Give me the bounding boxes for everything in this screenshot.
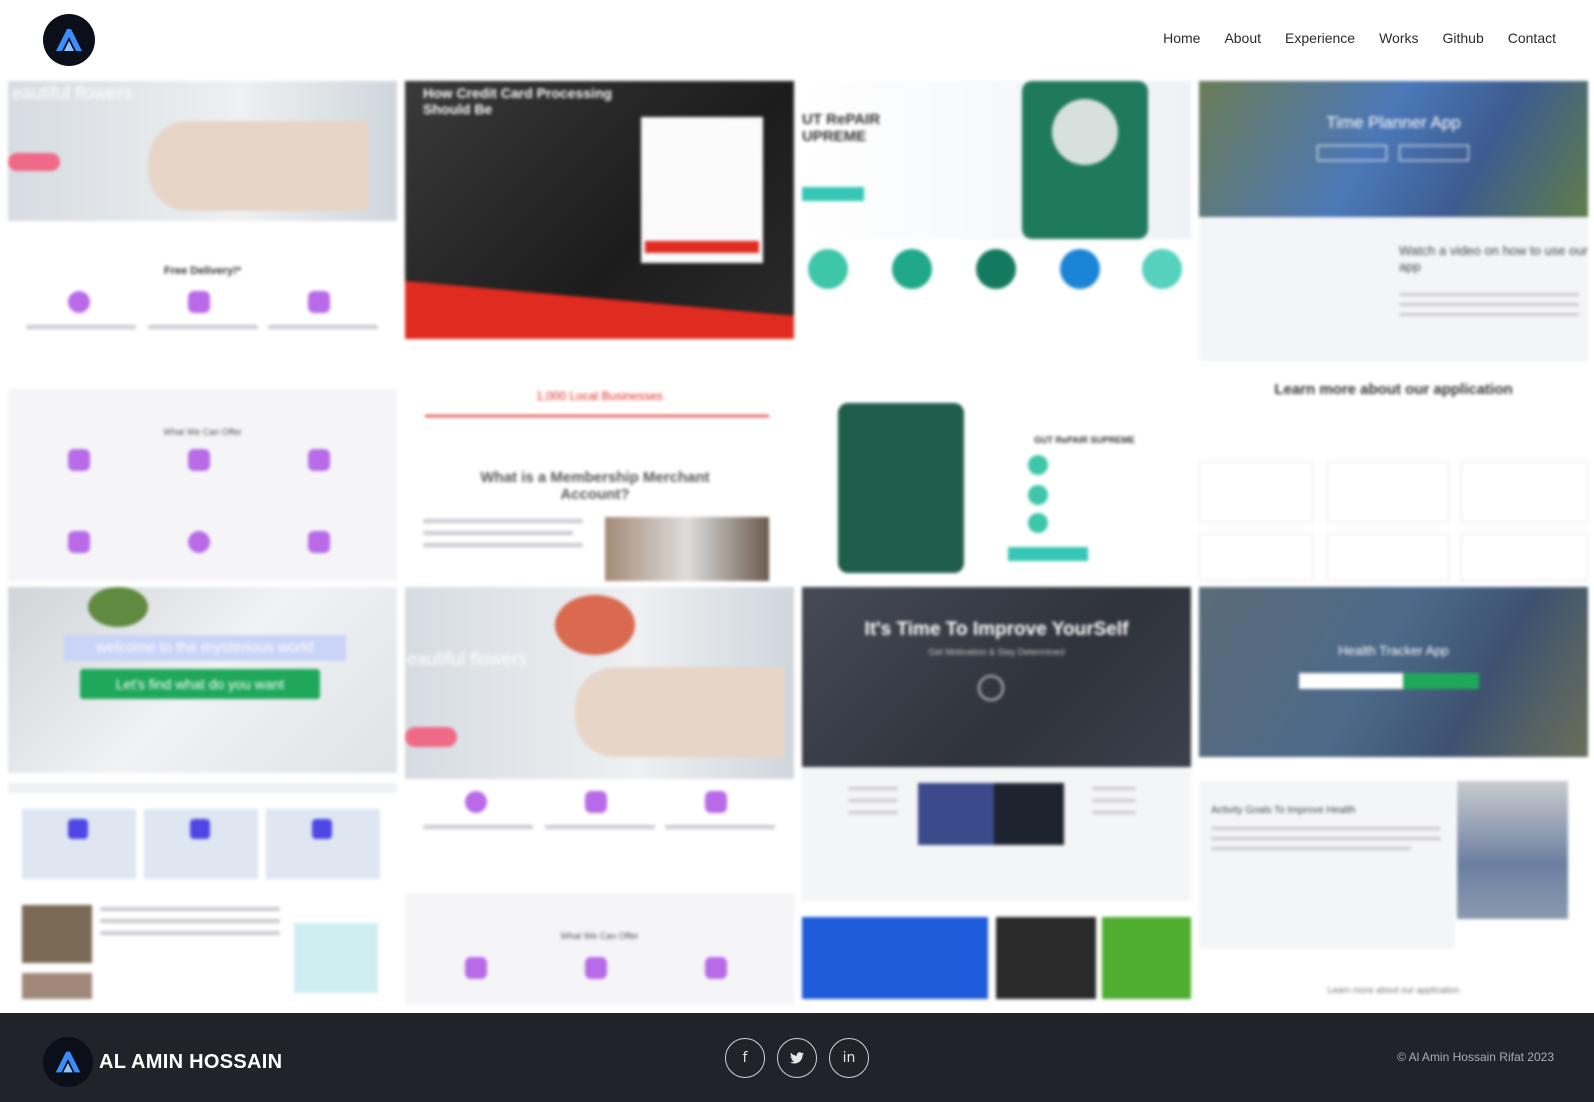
product-title: GUT RePAIR SUPREME bbox=[1034, 435, 1135, 445]
nav-works[interactable]: Works bbox=[1379, 30, 1418, 46]
nav-home[interactable]: Home bbox=[1163, 30, 1200, 46]
hero-title: It's Time To Improve YourSelf bbox=[864, 619, 1129, 640]
work-tile-mysterious-world[interactable]: welcome to the mysterious world Let's fi… bbox=[8, 587, 397, 1005]
hero-title: Time Planner App bbox=[1326, 113, 1461, 132]
cta-button: Let's find what do you want bbox=[80, 669, 320, 699]
hero-title: How Credit Card Processing Should Be bbox=[423, 85, 613, 117]
site-footer: AL AMIN HOSSAIN f in © Al Amin Hossain R… bbox=[0, 1013, 1594, 1102]
hero-title: eautiful flowers bbox=[12, 83, 133, 103]
section-heading: What is a Membership Merchant Account? bbox=[480, 469, 710, 503]
hero-title: Health Tracker App bbox=[1338, 643, 1449, 658]
footer-logo bbox=[43, 1037, 93, 1087]
learn-more-link: Learn more about our application bbox=[1327, 985, 1460, 995]
al-amin-logo-icon bbox=[56, 29, 82, 51]
hero-title: UT RePAIR UPREME bbox=[802, 111, 881, 145]
hero-subtitle: Get Motivation & Stay Determined bbox=[928, 647, 1065, 657]
nav-experience[interactable]: Experience bbox=[1285, 30, 1355, 46]
copyright-text: © Al Amin Hossain Rifat 2023 bbox=[1397, 1050, 1554, 1064]
offer-title: What We Can Offer bbox=[560, 931, 639, 941]
site-header: Home About Experience Works Github Conta… bbox=[0, 0, 1594, 80]
works-grid: eautiful flowers Free Delivery!* What We… bbox=[8, 81, 1588, 1005]
video-heading: Watch a video on how to use our app bbox=[1399, 243, 1588, 274]
nav-about[interactable]: About bbox=[1224, 30, 1261, 46]
linkedin-icon[interactable]: in bbox=[829, 1038, 869, 1078]
hero-title: eautiful flowers bbox=[407, 649, 528, 669]
section-heading: Activity Goals To Improve Health bbox=[1211, 805, 1356, 816]
twitter-icon[interactable] bbox=[777, 1038, 817, 1078]
work-tile-credit-card[interactable]: How Credit Card Processing Should Be 1,0… bbox=[405, 81, 794, 581]
stat-heading: 1,000 Local Businesses bbox=[536, 389, 663, 403]
hero-banner: welcome to the mysterious world bbox=[64, 635, 346, 661]
work-tile-flowers-2[interactable]: eautiful flowers What We Can Offer bbox=[405, 587, 794, 1005]
work-tile-time-planner[interactable]: Time Planner App Watch a video on how to… bbox=[1199, 81, 1588, 581]
al-amin-logo-icon bbox=[55, 1051, 81, 1073]
site-logo[interactable] bbox=[43, 14, 95, 66]
nav-contact[interactable]: Contact bbox=[1508, 30, 1556, 46]
footer-brand-name: AL AMIN HOSSAIN bbox=[99, 1050, 283, 1073]
main-nav: Home About Experience Works Github Conta… bbox=[1163, 30, 1556, 46]
offer-title: What We Can Offer bbox=[163, 427, 242, 437]
twitter-bird-icon bbox=[790, 1052, 804, 1064]
work-tile-gut-repair[interactable]: UT RePAIR UPREME GUT RePAIR SUPREME bbox=[802, 81, 1191, 581]
facebook-icon[interactable]: f bbox=[725, 1038, 765, 1078]
work-tile-improve-yourself[interactable]: It's Time To Improve YourSelf Get Motiva… bbox=[802, 587, 1191, 1005]
section-heading: Learn more about our application bbox=[1274, 381, 1513, 398]
nav-github[interactable]: Github bbox=[1443, 30, 1484, 46]
section-title: Free Delivery!* bbox=[163, 265, 242, 277]
work-tile-health-tracker[interactable]: Health Tracker App Activity Goals To Imp… bbox=[1199, 587, 1588, 1005]
footer-brand[interactable]: AL AMIN HOSSAIN bbox=[43, 1037, 282, 1087]
work-tile-flowers[interactable]: eautiful flowers Free Delivery!* What We… bbox=[8, 81, 397, 581]
social-links: f in bbox=[725, 1038, 869, 1078]
